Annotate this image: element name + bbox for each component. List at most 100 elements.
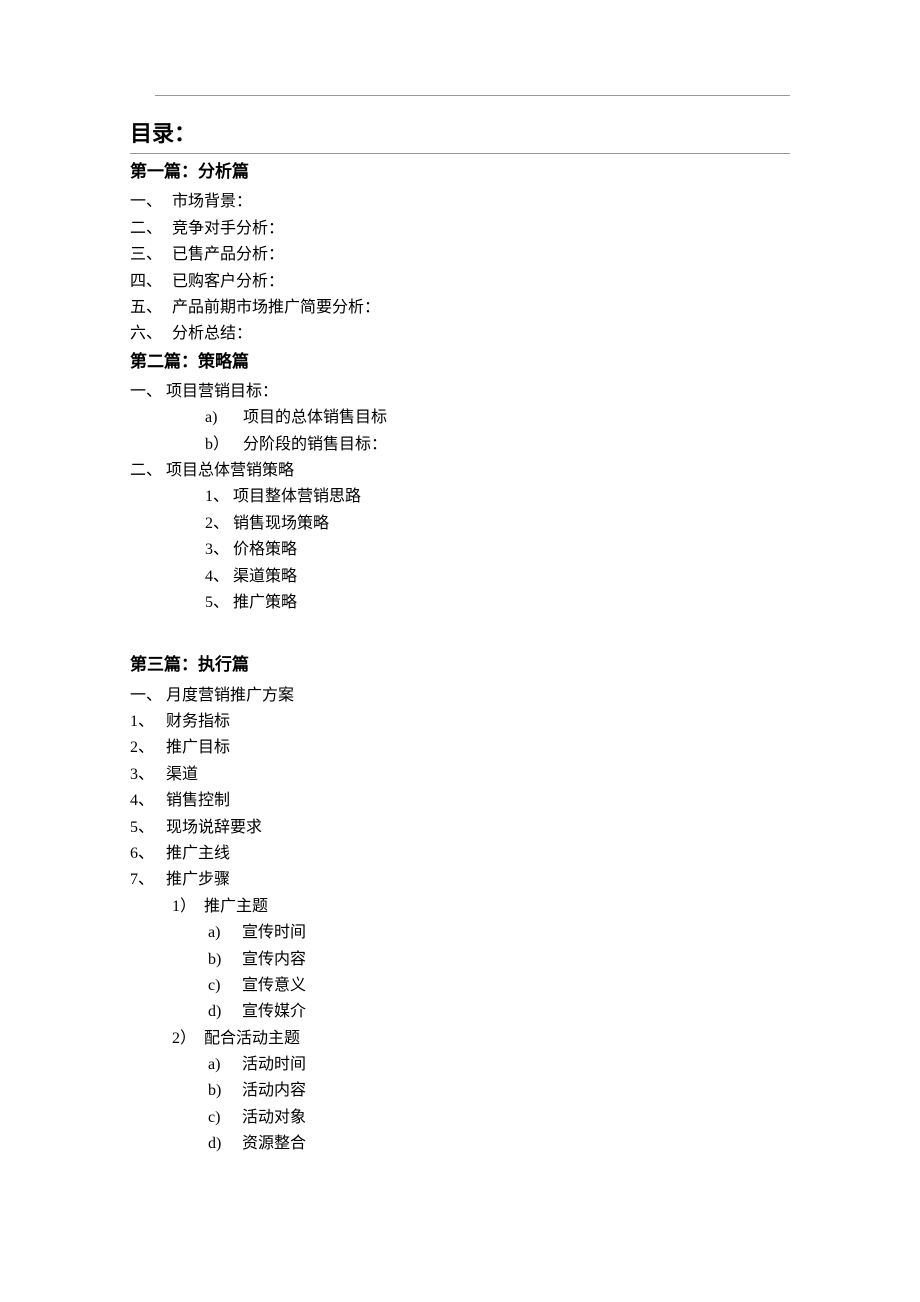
item-text: 项目总体营销策略 bbox=[166, 462, 294, 479]
item-number: 5、 bbox=[130, 815, 166, 841]
item-text: 推广目标 bbox=[166, 739, 230, 756]
item-text: 推广主线 bbox=[166, 845, 230, 862]
toc-item: 3、渠道 bbox=[130, 762, 790, 788]
subsubitem-text: 宣传时间 bbox=[242, 924, 306, 941]
subitem-mark: 4、 bbox=[205, 564, 233, 590]
item-number: 五、 bbox=[130, 295, 172, 321]
toc-subitem: 2、销售现场策略 bbox=[130, 511, 790, 537]
subitem-mark: b） bbox=[205, 432, 243, 458]
subsubitem-mark: d) bbox=[208, 999, 242, 1025]
toc-subsubitem: d)资源整合 bbox=[130, 1131, 790, 1157]
subitem-text: 分阶段的销售目标： bbox=[243, 436, 387, 453]
subitem-text: 项目的总体销售目标 bbox=[243, 409, 387, 426]
toc-item: 五、产品前期市场推广简要分析： bbox=[130, 295, 790, 321]
item-number: 二、 bbox=[130, 216, 172, 242]
subsubitem-text: 宣传意义 bbox=[242, 977, 306, 994]
section-strategy: 第二篇：策略篇 一、项目营销目标： a)项目的总体销售目标 b）分阶段的销售目标… bbox=[130, 348, 790, 617]
item-text: 月度营销推广方案 bbox=[166, 687, 294, 704]
section-heading-3: 第三篇：执行篇 bbox=[130, 651, 790, 678]
toc-item: 一、月度营销推广方案 bbox=[130, 683, 790, 709]
item-text: 销售控制 bbox=[166, 792, 230, 809]
subsubitem-text: 宣传内容 bbox=[242, 951, 306, 968]
item-number: 1、 bbox=[130, 709, 166, 735]
section-analysis: 第一篇：分析篇 一、市场背景： 二、竞争对手分析： 三、已售产品分析： 四、已购… bbox=[130, 158, 790, 1157]
item-number: 4、 bbox=[130, 788, 166, 814]
subitem-mark: 2、 bbox=[205, 511, 233, 537]
toc-item: 1、财务指标 bbox=[130, 709, 790, 735]
toc-item: 一、市场背景： bbox=[130, 189, 790, 215]
item-text: 推广步骤 bbox=[166, 871, 230, 888]
toc-item: 5、现场说辞要求 bbox=[130, 815, 790, 841]
subitem-text: 项目整体营销思路 bbox=[233, 488, 361, 505]
toc-subitem: 2）配合活动主题 bbox=[130, 1026, 790, 1052]
toc-subitem: 3、价格策略 bbox=[130, 537, 790, 563]
item-number: 一、 bbox=[130, 379, 166, 405]
toc-subitem: b）分阶段的销售目标： bbox=[130, 432, 790, 458]
section-execution: 第三篇：执行篇 一、月度营销推广方案 1、财务指标 2、推广目标 3、渠道 4、… bbox=[130, 651, 790, 1157]
toc-subsubitem: c)活动对象 bbox=[130, 1105, 790, 1131]
subitem-mark: 1、 bbox=[205, 484, 233, 510]
item-number: 6、 bbox=[130, 841, 166, 867]
item-text: 分析总结： bbox=[172, 325, 252, 342]
item-number: 三、 bbox=[130, 242, 172, 268]
subitem-mark: 5、 bbox=[205, 590, 233, 616]
title-underline-rule bbox=[130, 153, 790, 154]
toc-item: 2、推广目标 bbox=[130, 735, 790, 761]
item-number: 二、 bbox=[130, 458, 166, 484]
toc-subsubitem: c)宣传意义 bbox=[130, 973, 790, 999]
toc-item: 三、已售产品分析： bbox=[130, 242, 790, 268]
subitem-text: 推广主题 bbox=[204, 898, 268, 915]
toc-subitem: 5、推广策略 bbox=[130, 590, 790, 616]
toc-subitem: 4、渠道策略 bbox=[130, 564, 790, 590]
subsubitem-mark: b) bbox=[208, 947, 242, 973]
toc-subsubitem: b)活动内容 bbox=[130, 1078, 790, 1104]
section-heading-1: 第一篇：分析篇 bbox=[130, 158, 790, 185]
toc-item: 7、推广步骤 bbox=[130, 867, 790, 893]
toc-subitem: a)项目的总体销售目标 bbox=[130, 405, 790, 431]
page-top-rule bbox=[155, 95, 790, 96]
item-text: 现场说辞要求 bbox=[166, 819, 262, 836]
item-number: 2、 bbox=[130, 735, 166, 761]
subsubitem-mark: c) bbox=[208, 1105, 242, 1131]
item-text: 产品前期市场推广简要分析： bbox=[172, 299, 380, 316]
item-number: 四、 bbox=[130, 269, 172, 295]
subsubitem-text: 活动内容 bbox=[242, 1082, 306, 1099]
item-text: 财务指标 bbox=[166, 713, 230, 730]
toc-item: 四、已购客户分析： bbox=[130, 269, 790, 295]
item-text: 渠道 bbox=[166, 766, 198, 783]
toc-item: 二、项目总体营销策略 bbox=[130, 458, 790, 484]
subsubitem-text: 活动时间 bbox=[242, 1056, 306, 1073]
subitem-text: 配合活动主题 bbox=[204, 1030, 300, 1047]
subitem-mark: 2） bbox=[172, 1026, 204, 1052]
subsubitem-mark: b) bbox=[208, 1078, 242, 1104]
item-text: 已售产品分析： bbox=[172, 246, 284, 263]
subitem-text: 推广策略 bbox=[233, 594, 297, 611]
subsubitem-text: 宣传媒介 bbox=[242, 1003, 306, 1020]
toc-subsubitem: a)宣传时间 bbox=[130, 920, 790, 946]
subitem-mark: 1） bbox=[172, 894, 204, 920]
subsubitem-mark: d) bbox=[208, 1131, 242, 1157]
item-text: 竞争对手分析： bbox=[172, 220, 284, 237]
toc-subsubitem: a)活动时间 bbox=[130, 1052, 790, 1078]
item-text: 项目营销目标： bbox=[166, 383, 278, 400]
item-text: 已购客户分析： bbox=[172, 273, 284, 290]
item-text: 市场背景： bbox=[172, 193, 252, 210]
subsubitem-text: 资源整合 bbox=[242, 1135, 306, 1152]
toc-subitem: 1）推广主题 bbox=[130, 894, 790, 920]
toc-item: 一、项目营销目标： bbox=[130, 379, 790, 405]
item-number: 7、 bbox=[130, 867, 166, 893]
toc-subsubitem: b)宣传内容 bbox=[130, 947, 790, 973]
toc-subitem: 1、项目整体营销思路 bbox=[130, 484, 790, 510]
toc-item: 六、分析总结： bbox=[130, 321, 790, 347]
subitem-mark: a) bbox=[205, 405, 243, 431]
subitem-text: 销售现场策略 bbox=[233, 515, 329, 532]
subitem-text: 价格策略 bbox=[233, 541, 297, 558]
toc-subsubitem: d)宣传媒介 bbox=[130, 999, 790, 1025]
item-number: 一、 bbox=[130, 189, 172, 215]
subsubitem-mark: a) bbox=[208, 920, 242, 946]
subsubitem-text: 活动对象 bbox=[242, 1109, 306, 1126]
section-heading-2: 第二篇：策略篇 bbox=[130, 348, 790, 375]
item-number: 3、 bbox=[130, 762, 166, 788]
subsubitem-mark: c) bbox=[208, 973, 242, 999]
toc-item: 二、竞争对手分析： bbox=[130, 216, 790, 242]
